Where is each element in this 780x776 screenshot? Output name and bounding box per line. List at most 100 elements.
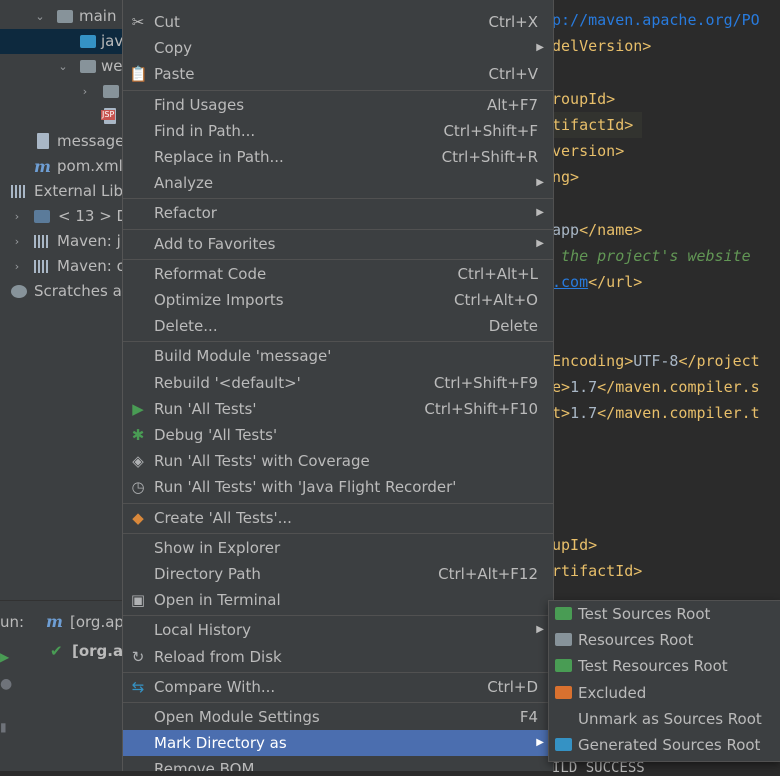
menu-item-open-module-settings[interactable]: Open Module Settings F4 — [123, 704, 553, 730]
tree-node-label: jav — [101, 32, 124, 50]
tree-node-main[interactable]: ⌄ main — [0, 4, 130, 29]
menu-separator — [123, 341, 553, 343]
menu-item-local-history[interactable]: Local History ▶ — [123, 617, 553, 643]
tree-node-scratches[interactable]: Scratches ar — [0, 279, 130, 304]
menu-item-compare-with[interactable]: ⇆ Compare With... Ctrl+D — [123, 674, 553, 700]
tree-node-java[interactable]: jav — [0, 29, 130, 54]
menu-item-label: Directory Path — [154, 565, 261, 583]
menu-item-directory-path[interactable]: Directory Path Ctrl+Alt+F12 — [123, 561, 553, 587]
chevron-down-icon[interactable]: ⌄ — [33, 4, 47, 29]
menu-item-paste[interactable]: 📋 Paste Ctrl+V — [123, 61, 553, 87]
menu-item-analyze[interactable]: Analyze ▶ — [123, 170, 553, 196]
library-icon — [34, 260, 50, 273]
editor-line: upId> — [552, 536, 598, 554]
project-tree: ⌄ main jav ⌄ we › JSP message m pom.xml … — [0, 0, 130, 600]
menu-separator — [123, 502, 553, 504]
menu-item-find-usages[interactable]: Find Usages Alt+F7 — [123, 92, 553, 118]
menu-item-label: Open Module Settings — [154, 708, 320, 726]
run-toolbar: ▶ ● ▮ — [0, 642, 18, 771]
tree-node-subfolder[interactable]: › — [0, 79, 130, 104]
submenu-item-resources-root[interactable]: Resources Root — [549, 627, 780, 653]
menu-item-label: Find in Path... — [154, 121, 256, 140]
pin-icon[interactable]: ▮ — [0, 720, 7, 734]
tree-node-label: message — [57, 132, 125, 150]
menu-item-label: Local History — [154, 621, 252, 640]
menu-item-shortcut: Ctrl+V — [488, 65, 538, 84]
menu-item-copy[interactable]: Copy ▶ — [123, 35, 553, 61]
submenu-item-test-resources-root[interactable]: Test Resources Root — [549, 653, 780, 679]
coverage-shield-icon: ◈ — [132, 452, 144, 471]
menu-item-shortcut: Ctrl+Alt+O — [454, 291, 538, 309]
menu-item-create-all-tests[interactable]: ◆ Create 'All Tests'... — [123, 505, 553, 531]
menu-item-debug-all-tests[interactable]: ✱ Debug 'All Tests' — [123, 422, 553, 448]
menu-item-reload-from-disk[interactable]: ↻ Reload from Disk — [123, 644, 553, 670]
reload-icon: ↻ — [131, 647, 145, 666]
menu-item-run-all-tests[interactable]: ▶ Run 'All Tests' Ctrl+Shift+F10 — [123, 396, 553, 422]
generated-sources-folder-icon — [555, 738, 572, 751]
menu-separator — [123, 258, 553, 260]
menu-item-shortcut: Ctrl+Shift+F9 — [433, 373, 538, 392]
menu-item-label: Find Usages — [154, 95, 245, 114]
menu-item-label: Reload from Disk — [154, 647, 282, 666]
menu-separator — [123, 671, 553, 673]
chevron-right-icon[interactable]: › — [10, 254, 24, 279]
menu-item-label: Run 'All Tests' with Coverage — [154, 452, 370, 471]
menu-item-mark-directory-as[interactable]: Mark Directory as ▶ — [123, 730, 553, 757]
menu-item-build-module-message[interactable]: Build Module 'message' — [123, 343, 553, 369]
menu-item-find-in-path[interactable]: Find in Path... Ctrl+Shift+F — [123, 118, 553, 144]
chevron-right-icon[interactable]: › — [10, 204, 24, 229]
tree-node-message-iml[interactable]: message — [0, 129, 130, 154]
run-tab[interactable]: [org.ap — [70, 613, 124, 631]
tree-node-jsp-file[interactable]: JSP — [0, 104, 130, 129]
menu-item-remove-bom[interactable]: Remove BOM — [123, 756, 553, 771]
editor-line: delVersion> — [552, 37, 652, 55]
menu-item-label: Paste — [154, 65, 195, 84]
project-context-menu: ✂ Cut Ctrl+X Copy ▶ 📋 Paste Ctrl+V Find Usages Al… — [122, 0, 554, 771]
menu-item-refactor[interactable]: Refactor ▶ — [123, 200, 553, 226]
menu-separator — [123, 702, 553, 703]
menu-item-label: Delete... — [154, 317, 218, 336]
tree-node-label: we — [101, 57, 123, 75]
submenu-item-test-sources-root[interactable]: Test Sources Root — [549, 601, 780, 627]
menu-item-run-all-tests-with-java-flight-recorder[interactable]: ◷ Run 'All Tests' with 'Java Flight Recor… — [123, 474, 553, 500]
menu-item-run-all-tests-with-coverage[interactable]: ◈ Run 'All Tests' with Coverage — [123, 448, 553, 474]
stop-icon[interactable]: ● — [0, 676, 12, 692]
editor-line: version> — [552, 142, 625, 160]
menu-item-rebuild-default[interactable]: Rebuild '<default>' Ctrl+Shift+F9 — [123, 370, 553, 396]
submenu-item-generated-sources-root[interactable]: Generated Sources Root — [549, 732, 780, 758]
menu-item-open-in-terminal[interactable]: ▣ Open in Terminal — [123, 587, 553, 613]
tree-node-external-libraries[interactable]: External Libr — [0, 179, 130, 204]
menu-item-shortcut: Ctrl+Shift+F10 — [424, 399, 538, 418]
menu-item-label: Open in Terminal — [154, 591, 281, 610]
debug-bug-icon: ✱ — [131, 426, 145, 444]
chevron-down-icon[interactable]: ⌄ — [56, 54, 70, 79]
menu-item-add-to-favorites[interactable]: Add to Favorites ▶ — [123, 231, 553, 257]
tree-node-pom[interactable]: m pom.xml — [0, 154, 130, 179]
tree-node-webapp[interactable]: ⌄ we — [0, 54, 130, 79]
menu-item-shortcut: Ctrl+D — [487, 677, 538, 696]
chevron-right-icon[interactable]: › — [78, 79, 92, 104]
submenu-arrow-icon: ▶ — [536, 42, 544, 54]
tree-node-jdk[interactable]: › < 13 > D — [0, 204, 130, 229]
jsp-badge: JSP — [101, 110, 116, 120]
menu-item-show-in-explorer[interactable]: Show in Explorer — [123, 535, 553, 561]
rerun-icon[interactable]: ▶ — [0, 650, 9, 664]
tree-node-maven-other[interactable]: › Maven: o — [0, 254, 130, 279]
submenu-arrow-icon: ▶ — [536, 624, 544, 636]
tree-node-label: Scratches ar — [34, 282, 128, 300]
run-tree: ✔ [org.ap — [18, 642, 134, 771]
menu-item-delete[interactable]: Delete... Delete — [123, 313, 553, 339]
menu-item-label: Remove BOM — [154, 760, 255, 771]
test-resources-folder-icon — [555, 659, 572, 673]
submenu-item-excluded[interactable]: Excluded — [549, 680, 780, 706]
menu-item-optimize-imports[interactable]: Optimize Imports Ctrl+Alt+O — [123, 287, 553, 313]
chevron-right-icon[interactable]: › — [10, 229, 24, 254]
code-editor[interactable]: p://maven.apache.org/PO delVersion> roup… — [552, 0, 780, 600]
menu-item-label: Refactor — [154, 204, 217, 223]
menu-item-label: Reformat Code — [154, 264, 267, 283]
menu-item-reformat-code[interactable]: Reformat Code Ctrl+Alt+L — [123, 261, 553, 287]
menu-item-cut[interactable]: ✂ Cut Ctrl+X — [123, 9, 553, 35]
menu-item-replace-in-path[interactable]: Replace in Path... Ctrl+Shift+R — [123, 144, 553, 170]
submenu-item-unmark-as-sources-root[interactable]: Unmark as Sources Root — [549, 706, 780, 732]
tree-node-maven-junit[interactable]: › Maven: ju — [0, 229, 130, 254]
